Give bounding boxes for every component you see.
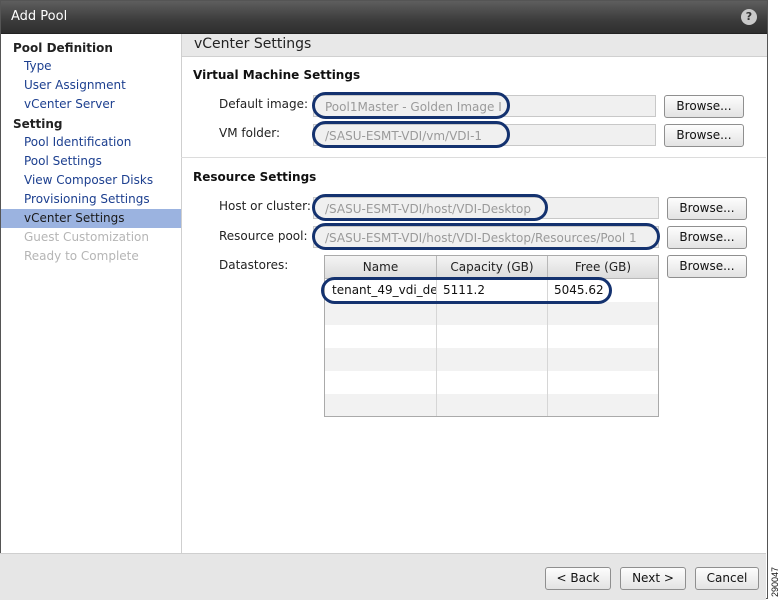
datastore-name-cell: tenant_49_vdi_de: [332, 283, 436, 297]
title-bar: Add Pool ?: [1, 1, 767, 34]
datastores-table: Name Capacity (GB) Free (GB) tenant_49_v…: [324, 255, 659, 417]
vm-folder-label: VM folder:: [219, 126, 281, 140]
page-title: vCenter Settings: [194, 36, 312, 52]
column-header-name[interactable]: Name: [325, 256, 437, 278]
datastores-label: Datastores:: [219, 258, 289, 272]
sidebar-item-pool-identification[interactable]: Pool Identification: [1, 133, 181, 152]
sidebar-item-type[interactable]: Type: [1, 57, 181, 76]
resource-settings-heading: Resource Settings: [193, 170, 317, 184]
browse-default-image-button[interactable]: Browse...: [664, 95, 744, 118]
empty-row: [325, 302, 658, 325]
browse-host-button[interactable]: Browse...: [667, 197, 747, 220]
dialog-title: Add Pool: [11, 9, 68, 24]
dialog-footer: < Back Next > Cancel: [0, 553, 766, 600]
back-button[interactable]: < Back: [545, 567, 611, 590]
column-divider: [547, 278, 548, 416]
figure-number: 290047: [770, 566, 780, 597]
sidebar-item-user-assignment[interactable]: User Assignment: [1, 76, 181, 95]
help-icon[interactable]: ?: [741, 9, 757, 25]
wizard-sidebar: Pool Definition Type User Assignment vCe…: [1, 34, 182, 554]
sidebar-item-view-composer-disks[interactable]: View Composer Disks: [1, 171, 181, 190]
column-header-capacity[interactable]: Capacity (GB): [437, 256, 548, 278]
datastore-capacity-cell: 5111.2: [443, 283, 485, 297]
empty-row: [325, 394, 658, 416]
sidebar-item-vcenter-server[interactable]: vCenter Server: [1, 95, 181, 114]
resource-pool-field: /SASU-ESMT-VDI/host/VDI-Desktop/Resource…: [313, 226, 659, 248]
host-or-cluster-label: Host or cluster:: [219, 199, 311, 213]
section-divider: [181, 157, 766, 158]
empty-row: [325, 325, 658, 348]
sidebar-item-provisioning-settings[interactable]: Provisioning Settings: [1, 190, 181, 209]
sidebar-item-ready-to-complete: Ready to Complete: [24, 249, 139, 263]
sidebar-item-guest-customization: Guest Customization: [24, 230, 150, 244]
datastore-free-cell: 5045.62: [554, 283, 604, 297]
browse-vm-folder-button[interactable]: Browse...: [664, 124, 744, 147]
resource-pool-label: Resource pool:: [219, 229, 308, 243]
cancel-button[interactable]: Cancel: [695, 567, 759, 590]
default-image-label: Default image:: [219, 97, 309, 111]
sidebar-item-vcenter-settings[interactable]: vCenter Settings: [1, 209, 181, 228]
sidebar-heading-setting: Setting: [13, 117, 63, 131]
sidebar-heading-pool-definition: Pool Definition: [13, 41, 113, 55]
vm-settings-heading: Virtual Machine Settings: [193, 68, 361, 82]
table-row[interactable]: tenant_49_vdi_de 5111.2 5045.62: [325, 279, 658, 302]
column-divider: [436, 278, 437, 416]
empty-row: [325, 348, 658, 371]
next-button[interactable]: Next >: [620, 567, 686, 590]
host-or-cluster-field: /SASU-ESMT-VDI/host/VDI-Desktop: [313, 197, 659, 219]
browse-resource-pool-button[interactable]: Browse...: [667, 226, 747, 249]
table-header: Name Capacity (GB) Free (GB): [325, 256, 658, 279]
page-header: vCenter Settings: [182, 34, 767, 57]
empty-row: [325, 371, 658, 394]
browse-datastores-button[interactable]: Browse...: [667, 255, 747, 278]
vm-folder-field: /SASU-ESMT-VDI/vm/VDI-1: [313, 124, 656, 146]
default-image-field: Pool1Master - Golden Image I: [313, 95, 656, 117]
column-header-free[interactable]: Free (GB): [548, 256, 658, 278]
sidebar-item-pool-settings[interactable]: Pool Settings: [1, 152, 181, 171]
